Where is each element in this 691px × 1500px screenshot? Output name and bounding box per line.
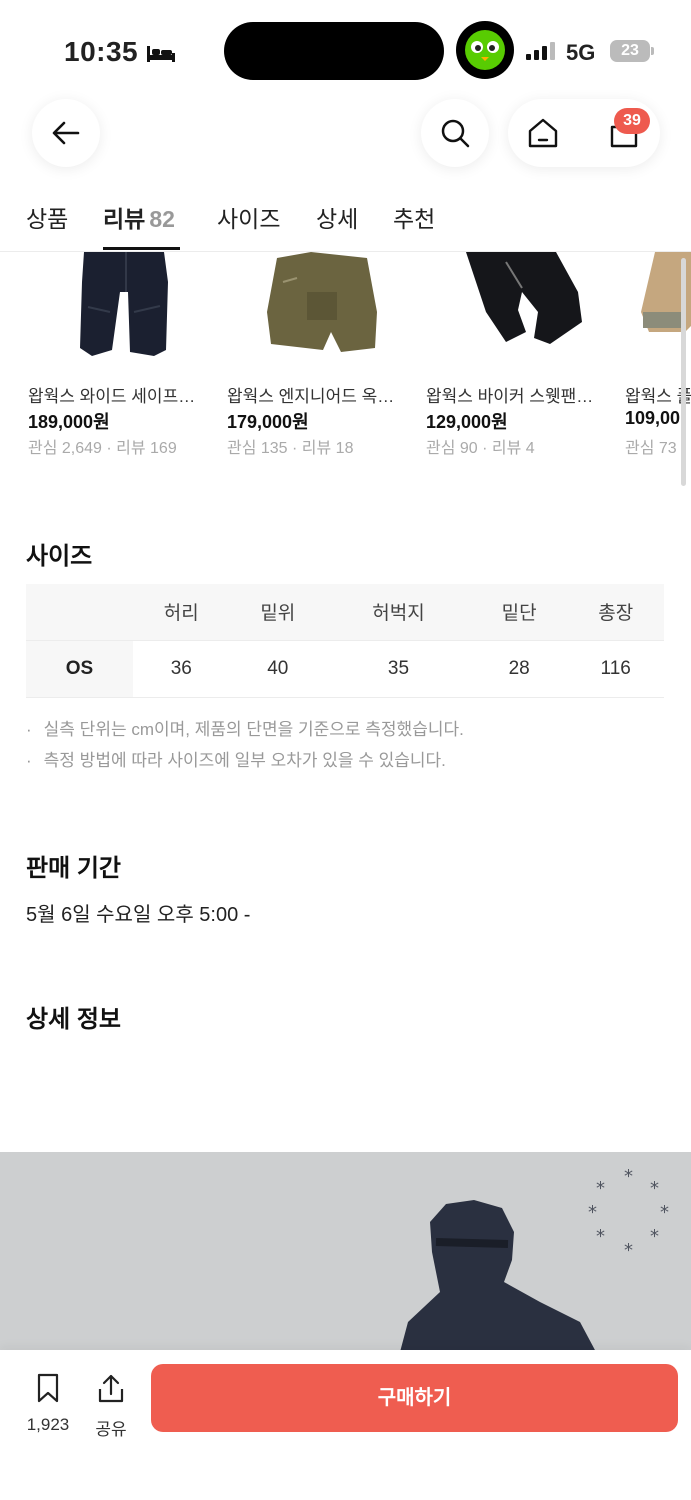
related-products: 왑웍스 와이드 세이프… 189,000원 관심 2,649 · 리뷰 169 … xyxy=(0,252,691,462)
review-count: 82 xyxy=(149,206,175,232)
tab-size[interactable]: 사이즈 xyxy=(217,200,280,234)
size-row-label: OS xyxy=(26,640,133,698)
cart-badge: 39 xyxy=(614,108,650,134)
size-cell: 40 xyxy=(229,640,327,698)
bed-icon xyxy=(147,46,175,62)
size-table-header: 허리 밑위 허벅지 밑단 총장 xyxy=(26,584,664,641)
product-stats: 관심 90 · 리뷰 4 xyxy=(426,440,535,457)
status-bar: 10:35 5G 23 xyxy=(0,0,691,100)
product-image xyxy=(267,252,377,352)
size-note: 실측 단위는 cm이며, 제품의 단면을 기준으로 측정했습니다. xyxy=(26,714,464,745)
search-button[interactable] xyxy=(421,99,489,167)
size-cell: 28 xyxy=(470,640,568,698)
detail-image: * * * * * * * * xyxy=(0,1152,691,1352)
section-tabs: 상품 리뷰 82 사이즈 상세 추천 xyxy=(0,190,691,252)
svg-text:*: * xyxy=(596,1178,605,1199)
size-column-header: 밑위 xyxy=(229,584,327,641)
size-column-header: 총장 xyxy=(567,584,664,641)
bookmark-count: 1,923 xyxy=(26,1415,70,1434)
product-name: 왑웍스 바이커 스웻팬… xyxy=(426,387,594,406)
product-stats: 관심 73 · xyxy=(625,440,687,457)
svg-text:*: * xyxy=(650,1178,659,1199)
tab-product[interactable]: 상품 xyxy=(26,200,68,234)
svg-text:*: * xyxy=(624,1240,633,1261)
scrollbar[interactable] xyxy=(681,258,686,486)
tab-recommend[interactable]: 추천 xyxy=(393,200,435,234)
product-price: 189,000원 xyxy=(28,412,110,432)
size-table-corner xyxy=(26,584,133,641)
detail-section-title: 상세 정보 xyxy=(26,1006,121,1033)
size-column-header: 허벅지 xyxy=(326,584,471,641)
size-column-header: 허리 xyxy=(133,584,230,641)
svg-text:*: * xyxy=(588,1202,597,1223)
signal-icon xyxy=(526,42,555,60)
svg-text:*: * xyxy=(596,1226,605,1247)
share-icon xyxy=(98,1374,124,1403)
sale-period-title: 판매 기간 xyxy=(26,855,121,882)
size-cell: 35 xyxy=(326,640,471,698)
product-stats: 관심 135 · 리뷰 18 xyxy=(227,440,354,457)
battery-nub xyxy=(651,47,654,55)
size-table: 허리 밑위 허벅지 밑단 총장 OS 36 40 35 28 116 xyxy=(26,584,664,698)
product-image xyxy=(466,252,582,344)
product-stats: 관심 2,649 · 리뷰 169 xyxy=(28,440,177,457)
dynamic-island xyxy=(224,22,444,80)
size-cell: 116 xyxy=(567,640,664,698)
tab-label: 상세 xyxy=(316,206,359,232)
size-notes: 실측 단위는 cm이며, 제품의 단면을 기준으로 측정했습니다. 측정 방법에… xyxy=(26,714,464,776)
product-price: 179,000원 xyxy=(227,412,309,432)
tab-label: 사이즈 xyxy=(217,206,281,232)
size-cell: 36 xyxy=(133,640,230,698)
svg-text:*: * xyxy=(650,1226,659,1247)
bottom-action-bar: 1,923 공유 구매하기 xyxy=(0,1350,691,1500)
home-icon xyxy=(528,118,558,148)
tab-label: 리뷰 xyxy=(103,206,146,232)
active-tab-indicator xyxy=(103,247,180,250)
svg-text:*: * xyxy=(660,1202,669,1223)
bookmark-icon xyxy=(37,1373,59,1403)
network-label: 5G xyxy=(566,40,596,65)
tab-detail[interactable]: 상세 xyxy=(316,200,358,234)
product-price: 109,00 xyxy=(625,408,681,428)
product-image xyxy=(80,252,168,356)
bookmark-button[interactable]: 1,923 xyxy=(22,1372,74,1435)
tab-label: 상품 xyxy=(26,206,69,232)
share-button[interactable]: 공유 xyxy=(90,1372,132,1440)
back-button[interactable] xyxy=(32,99,100,167)
status-time: 10:35 xyxy=(64,36,139,67)
size-section-title: 사이즈 xyxy=(26,543,93,570)
tab-label: 추천 xyxy=(393,206,436,232)
table-row: OS 36 40 35 28 116 xyxy=(26,640,664,698)
search-icon xyxy=(441,119,470,148)
share-label: 공유 xyxy=(95,1420,127,1439)
size-note: 측정 방법에 따라 사이즈에 일부 오차가 있을 수 있습니다. xyxy=(26,745,464,776)
buy-button[interactable]: 구매하기 xyxy=(151,1364,678,1432)
product-price: 129,000원 xyxy=(426,412,508,432)
arrow-left-icon xyxy=(52,121,80,145)
sale-period-value: 5월 6일 수요일 오후 5:00 - xyxy=(26,904,251,926)
size-column-header: 밑단 xyxy=(470,584,568,641)
svg-text:*: * xyxy=(624,1166,633,1187)
battery-icon: 23 xyxy=(610,40,650,62)
product-name: 왑웍스 와이드 세이프… xyxy=(28,387,196,406)
duolingo-icon xyxy=(456,21,514,79)
home-button[interactable] xyxy=(525,115,561,156)
tab-review[interactable]: 리뷰 82 xyxy=(103,200,175,234)
product-name: 왑웍스 엔지니어드 옥… xyxy=(227,387,395,406)
